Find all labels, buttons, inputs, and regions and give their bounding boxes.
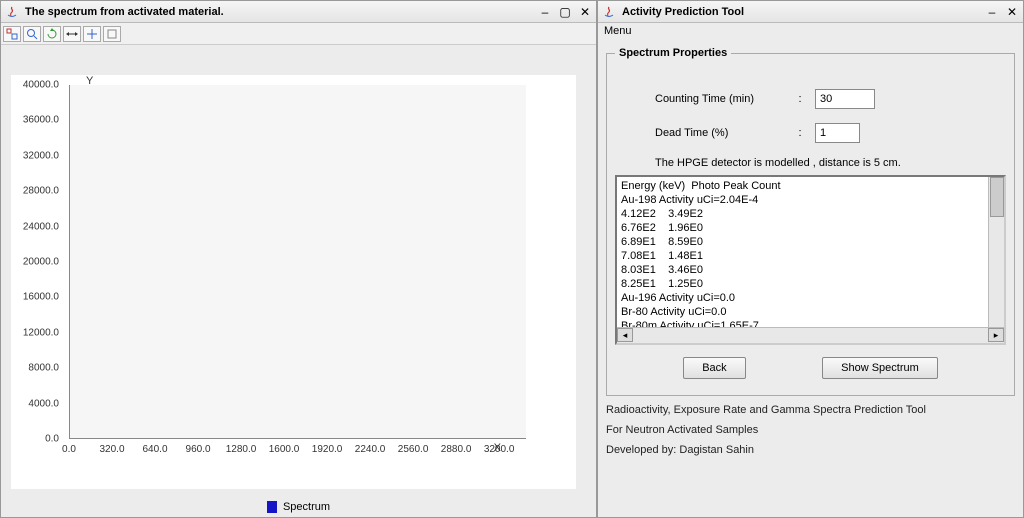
counting-time-label: Counting Time (min) — [615, 93, 785, 105]
menu-bar: Menu — [598, 23, 1023, 43]
footer-line-3: Developed by: Dagistan Sahin — [598, 440, 1023, 460]
fieldset-legend: Spectrum Properties — [615, 47, 731, 59]
dead-time-input[interactable] — [815, 123, 860, 143]
title-text-left: The spectrum from activated material. — [25, 6, 538, 18]
counting-time-input[interactable] — [815, 89, 875, 109]
colon: : — [785, 127, 815, 139]
x-axis: 0.0320.0640.0960.01280.01600.01920.02240… — [69, 444, 526, 459]
java-icon — [5, 5, 19, 19]
minimize-button[interactable]: – — [985, 5, 999, 19]
edit-tool-icon[interactable] — [103, 26, 121, 42]
legend-color-box — [267, 501, 277, 513]
spectrum-window: The spectrum from activated material. – … — [0, 0, 597, 518]
scrollbar-horizontal[interactable]: ◂ ▸ — [617, 327, 1004, 343]
java-icon — [602, 5, 616, 19]
menu-item-menu[interactable]: Menu — [604, 25, 632, 37]
select-tool-icon[interactable] — [3, 26, 21, 42]
maximize-button[interactable]: ▢ — [558, 5, 572, 19]
footer-line-2: For Neutron Activated Samples — [598, 420, 1023, 440]
minimize-button[interactable]: – — [538, 5, 552, 19]
zoom-tool-icon[interactable] — [23, 26, 41, 42]
scrollbar-vertical[interactable] — [988, 177, 1004, 327]
titlebar-left[interactable]: The spectrum from activated material. – … — [1, 1, 596, 23]
y-axis: 0.04000.08000.012000.016000.020000.02400… — [11, 85, 65, 439]
show-spectrum-button[interactable]: Show Spectrum — [822, 357, 938, 379]
plot-area[interactable]: X — [69, 85, 526, 439]
titlebar-right[interactable]: Activity Prediction Tool – ✕ — [598, 1, 1023, 23]
spectrum-properties-fieldset: Spectrum Properties Counting Time (min) … — [606, 47, 1015, 396]
legend-label: Spectrum — [283, 501, 330, 513]
title-text-right: Activity Prediction Tool — [622, 6, 985, 18]
scroll-left-icon[interactable]: ◂ — [617, 328, 633, 342]
chart-legend: Spectrum — [1, 497, 596, 517]
reset-tool-icon[interactable] — [43, 26, 61, 42]
dead-time-label: Dead Time (%) — [615, 127, 785, 139]
close-button[interactable]: ✕ — [1005, 5, 1019, 19]
colon: : — [785, 93, 815, 105]
crosshair-tool-icon[interactable] — [83, 26, 101, 42]
hpge-note: The HPGE detector is modelled , distance… — [615, 157, 1006, 169]
back-button[interactable]: Back — [683, 357, 745, 379]
footer-line-1: Radioactivity, Exposure Rate and Gamma S… — [598, 400, 1023, 420]
scroll-right-icon[interactable]: ▸ — [988, 328, 1004, 342]
toolbar — [1, 23, 596, 45]
close-button[interactable]: ✕ — [578, 5, 592, 19]
window-controls: – ▢ ✕ — [538, 5, 592, 19]
activity-prediction-window: Activity Prediction Tool – ✕ Menu Spectr… — [597, 0, 1024, 518]
chart-area: Y 0.04000.08000.012000.016000.020000.024… — [11, 75, 576, 489]
results-content: Energy (keV) Photo Peak Count Au-198 Act… — [617, 177, 1004, 345]
window-controls: – ✕ — [985, 5, 1019, 19]
pan-tool-icon[interactable] — [63, 26, 81, 42]
results-textarea[interactable]: Energy (keV) Photo Peak Count Au-198 Act… — [615, 175, 1006, 345]
